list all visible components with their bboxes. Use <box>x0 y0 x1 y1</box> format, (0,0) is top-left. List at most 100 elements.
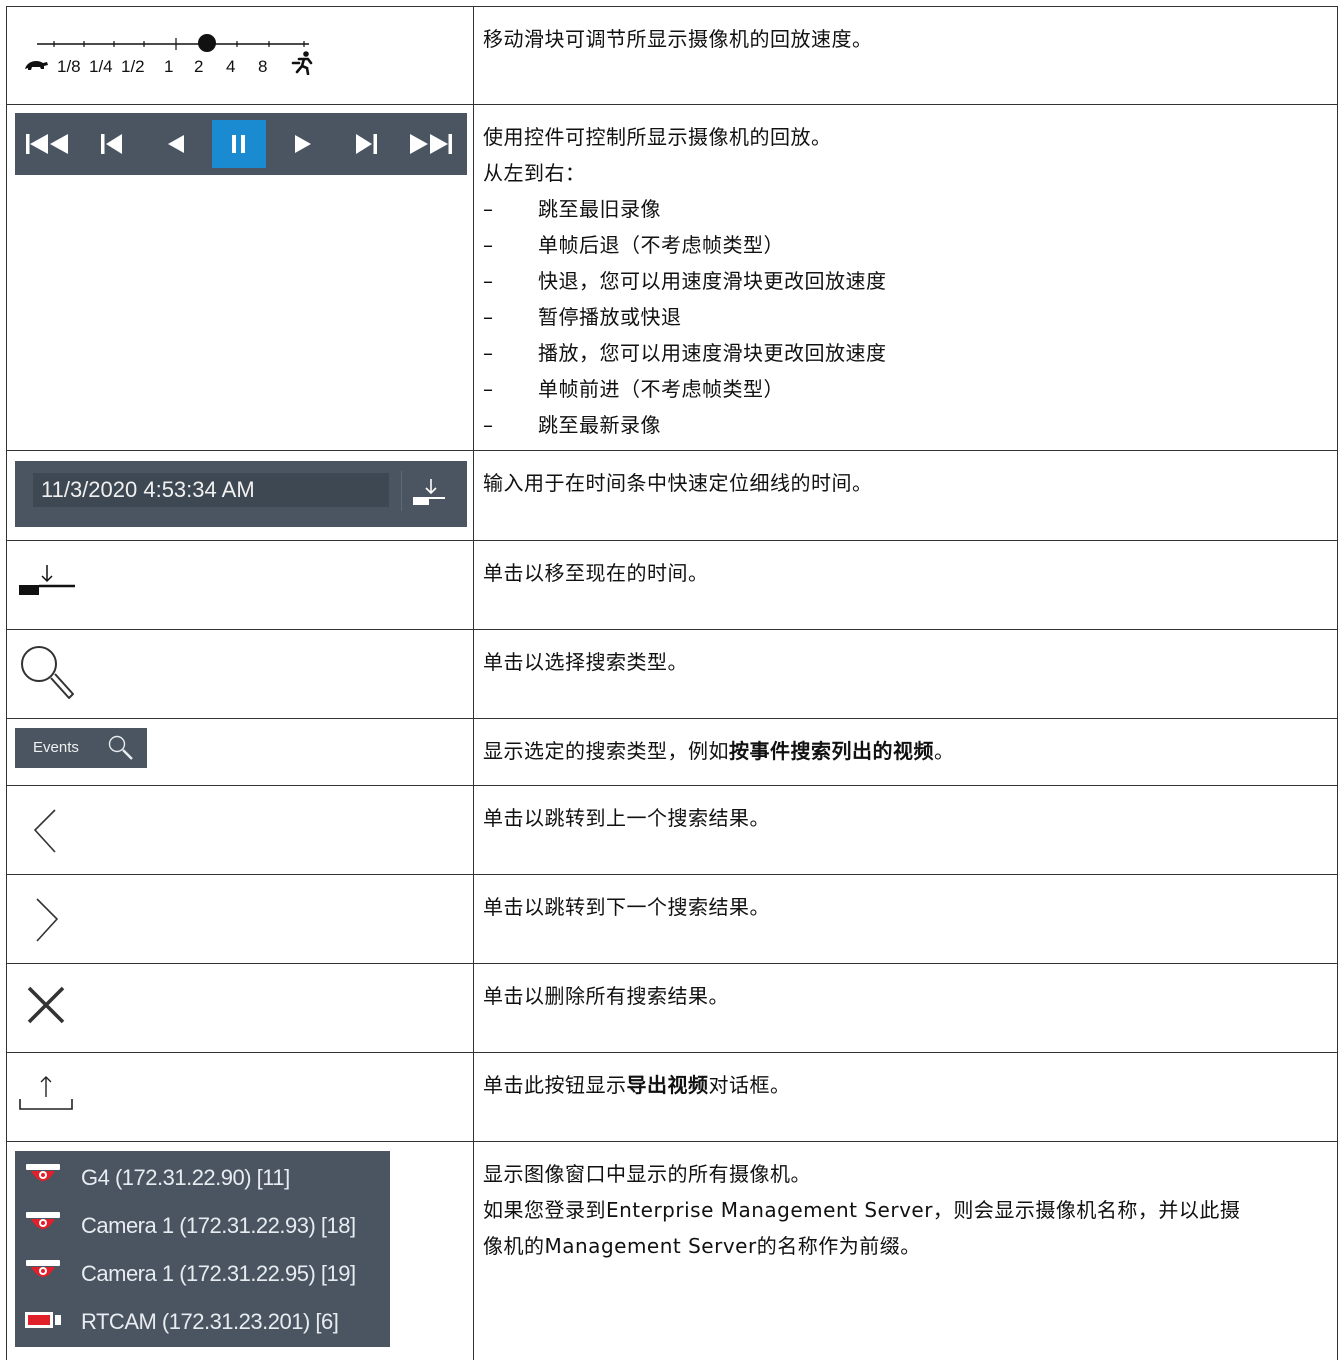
controls-table: 1/8 1/4 1/2 1 2 4 8 移动滑块可调节所显示摄像机的回放速度。 <box>6 6 1338 1360</box>
list-item[interactable]: RTCAM (172.31.23.201) [6] <box>15 1297 390 1345</box>
next-result-cell <box>6 875 474 963</box>
goto-now-description-cell: 单击以移至现在的时间。 <box>474 541 1338 629</box>
search-icon[interactable] <box>17 642 79 704</box>
pause-button[interactable] <box>212 120 266 168</box>
dome-camera-icon <box>26 1260 60 1277</box>
skip-to-end-icon <box>410 134 452 154</box>
speed-label-7: 8 <box>258 57 268 76</box>
go-to-time-icon[interactable] <box>411 477 447 511</box>
speed-slider[interactable]: 1/8 1/4 1/2 1 2 4 8 <box>6 7 474 104</box>
events-description: 显示选定的搜索类型，例如按事件搜索列出的视频。 <box>483 739 955 763</box>
camera-list-cell: G4 (172.31.22.90) [11] Camera 1 (172.31.… <box>6 1142 474 1360</box>
time-input-description: 输入用于在时间条中快速定位细线的时间。 <box>483 471 873 495</box>
list-item[interactable]: G4 (172.31.22.90) [11] <box>15 1153 390 1201</box>
export-icon[interactable] <box>17 1073 77 1117</box>
list-item[interactable]: Camera 1 (172.31.22.95) [19] <box>15 1249 390 1297</box>
row-goto-now: 单击以移至现在的时间。 <box>6 541 1338 630</box>
search-icon <box>108 735 133 760</box>
clear-results-description-cell: 单击以删除所有搜索结果。 <box>474 964 1338 1052</box>
camera-name: RTCAM (172.31.23.201) [6] <box>81 1309 339 1334</box>
list-item: – 跳至最新录像 <box>483 413 661 437</box>
play-button[interactable] <box>271 113 335 175</box>
goto-now-cell <box>6 541 474 629</box>
export-cell <box>6 1053 474 1141</box>
go-to-now-icon[interactable] <box>17 561 77 605</box>
row-clear-results: 单击以删除所有搜索结果。 <box>6 964 1338 1053</box>
time-input-cell: 11/3/2020 4:53:34 AM <box>6 451 474 540</box>
step-forward-button[interactable] <box>335 113 399 175</box>
camera-name: Camera 1 (172.31.22.93) [18] <box>81 1213 356 1238</box>
speed-label-5: 2 <box>194 57 204 76</box>
playback-toolbar <box>15 113 467 175</box>
cameras-description-3: 像机的Management Server的名称作为前缀。 <box>483 1234 921 1258</box>
step-back-button[interactable] <box>79 113 143 175</box>
playback-cell <box>6 105 474 450</box>
clear-results-description: 单击以删除所有搜索结果。 <box>483 984 729 1008</box>
list-item: – 跳至最旧录像 <box>483 197 661 221</box>
list-item: – 暂停播放或快退 <box>483 305 682 329</box>
camera-name: Camera 1 (172.31.22.95) [19] <box>81 1261 356 1286</box>
row-prev-result: 单击以跳转到上一个搜索结果。 <box>6 786 1338 875</box>
list-item: – 播放，您可以用速度滑块更改回放速度 <box>483 341 887 365</box>
box-camera-icon <box>25 1312 61 1328</box>
speed-slider-thumb <box>198 34 216 52</box>
playback-order: 从左到右： <box>483 161 586 185</box>
dome-camera-icon <box>26 1164 60 1181</box>
prev-result-description-cell: 单击以跳转到上一个搜索结果。 <box>474 786 1338 874</box>
time-input-panel: 11/3/2020 4:53:34 AM <box>15 461 467 527</box>
turtle-icon <box>25 61 48 70</box>
speed-label-3: 1/2 <box>121 57 145 76</box>
list-item: – 单帧后退（不考虑帧类型） <box>483 233 784 257</box>
speed-label-1: 1/8 <box>57 57 81 76</box>
step-forward-icon <box>356 134 377 154</box>
time-input-description-cell: 输入用于在时间条中快速定位细线的时间。 <box>474 451 1338 540</box>
row-events: Events 显示选定的搜索类型，例如按事件搜索列出的视频。 <box>6 719 1338 786</box>
list-item[interactable]: Camera 1 (172.31.22.93) [18] <box>15 1201 390 1249</box>
time-input[interactable]: 11/3/2020 4:53:34 AM <box>33 473 389 507</box>
row-cameras: G4 (172.31.22.90) [11] Camera 1 (172.31.… <box>6 1142 1338 1360</box>
speed-label-6: 4 <box>226 57 236 76</box>
speed-slider-description: 移动滑块可调节所显示摄像机的回放速度。 <box>483 27 873 51</box>
close-icon[interactable] <box>25 984 69 1028</box>
camera-list: G4 (172.31.22.90) [11] Camera 1 (172.31.… <box>15 1151 390 1347</box>
speed-label-2: 1/4 <box>89 57 113 76</box>
clear-results-cell <box>6 964 474 1052</box>
jump-newest-button[interactable] <box>399 113 463 175</box>
events-cell: Events <box>6 719 474 785</box>
list-item: – 快退，您可以用速度滑块更改回放速度 <box>483 269 887 293</box>
jump-oldest-button[interactable] <box>15 113 79 175</box>
row-speed-slider: 1/8 1/4 1/2 1 2 4 8 移动滑块可调节所显示摄像机的回放速度。 <box>6 7 1338 105</box>
export-description: 单击此按钮显示导出视频对话框。 <box>483 1073 791 1097</box>
skip-to-start-icon <box>26 134 68 154</box>
events-button-label: Events <box>33 739 79 756</box>
next-result-description: 单击以跳转到下一个搜索结果。 <box>483 895 770 919</box>
chevron-right-icon[interactable] <box>29 895 69 945</box>
play-icon <box>295 135 311 153</box>
divider <box>401 471 402 511</box>
goto-now-description: 单击以移至现在的时间。 <box>483 561 709 585</box>
row-search: 单击以选择搜索类型。 <box>6 630 1338 719</box>
speed-slider-description-cell: 移动滑块可调节所显示摄像机的回放速度。 <box>474 7 1338 104</box>
next-result-description-cell: 单击以跳转到下一个搜索结果。 <box>474 875 1338 963</box>
events-description-cell: 显示选定的搜索类型，例如按事件搜索列出的视频。 <box>474 719 1338 785</box>
dome-camera-icon <box>26 1212 60 1229</box>
step-back-icon <box>101 134 122 154</box>
events-button[interactable]: Events <box>15 728 147 768</box>
prev-result-description: 单击以跳转到上一个搜索结果。 <box>483 806 770 830</box>
chevron-left-icon[interactable] <box>29 806 69 856</box>
cameras-description-1: 显示图像窗口中显示的所有摄像机。 <box>483 1162 811 1186</box>
row-next-result: 单击以跳转到下一个搜索结果。 <box>6 875 1338 964</box>
cameras-description-2: 如果您登录到Enterprise Management Server，则会显示摄… <box>483 1198 1241 1222</box>
search-description-cell: 单击以选择搜索类型。 <box>474 630 1338 718</box>
search-cell <box>6 630 474 718</box>
search-description: 单击以选择搜索类型。 <box>483 650 688 674</box>
prev-result-cell <box>6 786 474 874</box>
playback-intro: 使用控件可控制所显示摄像机的回放。 <box>483 125 832 149</box>
camera-name: G4 (172.31.22.90) [11] <box>81 1165 290 1190</box>
pause-icon <box>232 135 245 153</box>
cameras-description-cell: 显示图像窗口中显示的所有摄像机。 如果您登录到Enterprise Manage… <box>474 1142 1338 1360</box>
rewind-button[interactable] <box>143 113 207 175</box>
row-time-input: 11/3/2020 4:53:34 AM 输入用于在时间条中快速定位细线的时间。 <box>6 451 1338 541</box>
export-description-cell: 单击此按钮显示导出视频对话框。 <box>474 1053 1338 1141</box>
row-export: 单击此按钮显示导出视频对话框。 <box>6 1053 1338 1142</box>
